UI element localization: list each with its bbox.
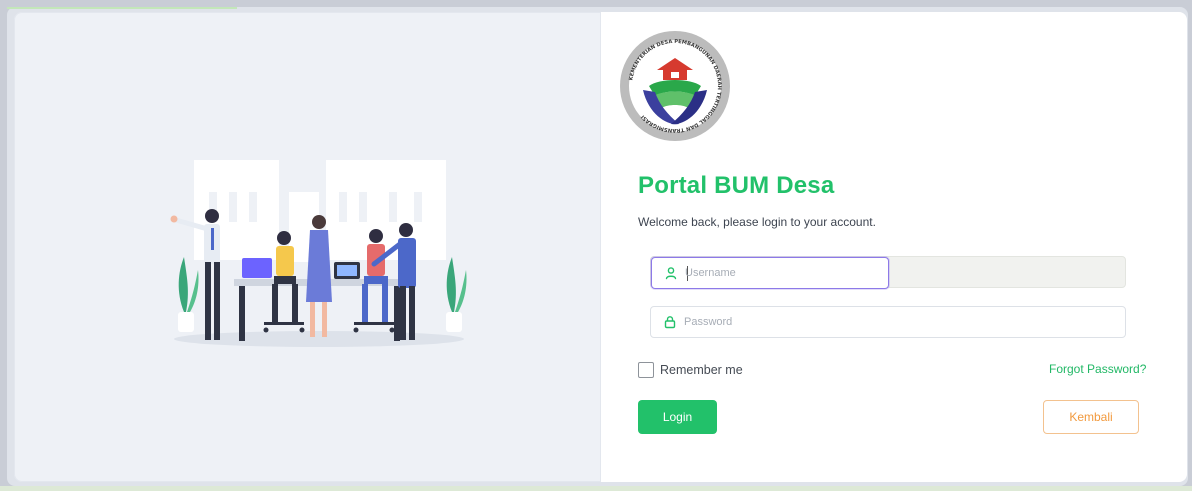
remember-me[interactable]: Remember me <box>638 361 743 379</box>
welcome-text: Welcome back, please login to your accou… <box>638 215 876 229</box>
page-title: Portal BUM Desa <box>638 172 835 199</box>
username-input[interactable] <box>685 264 875 282</box>
username-input-wrapper[interactable] <box>651 257 889 289</box>
lock-icon <box>664 316 676 329</box>
remember-label: Remember me <box>660 363 743 377</box>
password-input[interactable] <box>684 313 874 331</box>
username-field[interactable] <box>650 256 1126 289</box>
team-meeting-illustration <box>170 160 467 347</box>
back-button[interactable]: Kembali <box>1043 400 1139 434</box>
password-field[interactable] <box>650 306 1126 338</box>
frame-accent <box>7 7 237 9</box>
ministry-emblem-icon: KEMENTERIAN DESA PEMBANGUNAN DAERAH TERT… <box>620 31 730 141</box>
login-panel: KEMENTERIAN DESA PEMBANGUNAN DAERAH TERT… <box>601 12 1187 482</box>
illustration-panel <box>14 12 601 482</box>
frame-accent-bottom <box>0 486 1192 491</box>
forgot-password-link[interactable]: Forgot Password? <box>1049 362 1146 376</box>
remember-checkbox[interactable] <box>638 362 654 378</box>
user-icon <box>665 267 677 280</box>
login-button[interactable]: Login <box>638 400 717 434</box>
